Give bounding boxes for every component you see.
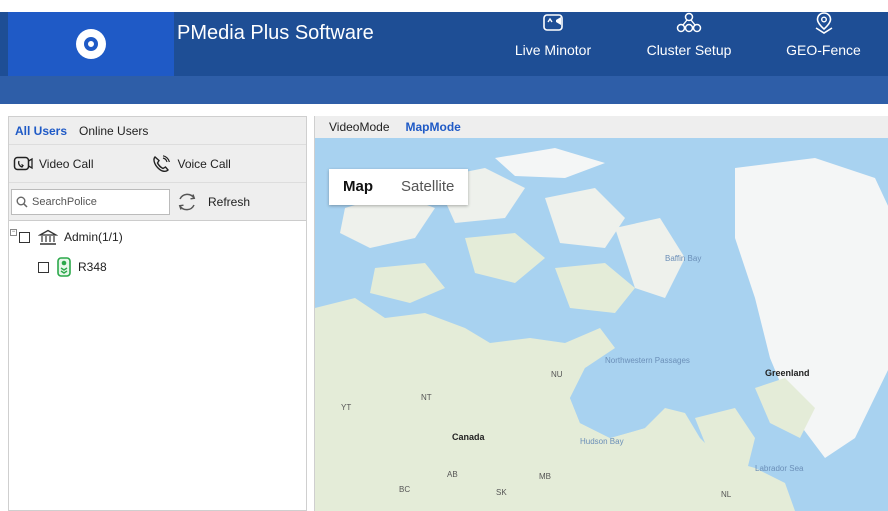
map-label-baffin-bay: Baffin Bay [665,254,702,263]
view-mode-tabs: VideoMode MapMode [315,116,888,138]
call-toolbar: Video Call Voice Call [9,144,306,182]
group-label: Admin(1/1) [64,230,123,244]
refresh-icon [178,193,196,210]
map-label-nl: NL [721,490,732,499]
voice-call-icon [153,154,171,172]
map-type-map-button[interactable]: Map [329,169,387,205]
map-label-nu: NU [551,370,563,379]
tab-all-users[interactable]: All Users [15,124,67,138]
tab-online-users[interactable]: Online Users [79,124,148,138]
map-label-northwestern-passages: Northwestern Passages [605,356,690,365]
logo-icon [76,29,106,59]
sub-header-bar [0,76,888,104]
map-panel: VideoMode MapMode Map Satellite Baffin B… [314,116,888,511]
cluster-icon [676,12,702,33]
map-label-hudson-bay: Hudson Bay [580,437,624,446]
user-panel: All Users Online Users Video Call Voice … [8,116,307,511]
voice-call-button[interactable]: Voice Call [151,154,231,173]
map-label-labrador-sea: Labrador Sea [755,464,804,473]
search-input[interactable] [32,195,162,208]
refresh-label: Refresh [208,194,251,209]
map-label-mb: MB [539,472,551,481]
member-label: R348 [78,260,107,274]
logo[interactable] [8,12,174,76]
user-tabs: All Users Online Users [9,117,306,144]
app-window: PMedia Plus Software Live Minotor Cluste… [0,0,888,511]
voice-call-label: Voice Call [177,156,231,171]
refresh-button[interactable]: Refresh [176,191,250,213]
map-label-canada: Canada [452,432,485,442]
map-label-ab: AB [447,470,458,479]
group-checkbox[interactable] [19,231,30,243]
map-type-satellite-button[interactable]: Satellite [387,169,468,205]
camera-icon [543,14,563,31]
main-nav: Live Minotor Cluster Setup GEO-Fence [487,12,888,76]
building-icon [38,229,58,245]
location-pin-icon [815,12,832,34]
video-call-label: Video Call [39,156,94,171]
map-label-sk: SK [496,488,507,497]
nav-label: GEO-Fence [786,42,861,58]
nav-label: Live Minotor [514,42,592,58]
tab-map-mode[interactable]: MapMode [406,120,461,134]
collapse-toggle[interactable]: − [10,229,17,236]
nav-live-monitor[interactable]: Live Minotor [487,12,619,76]
search-box[interactable] [11,188,170,215]
tree-group-row[interactable]: Admin(1/1) [19,229,123,245]
app-title: PMedia Plus Software [177,22,374,44]
member-checkbox[interactable] [38,261,49,273]
tab-video-mode[interactable]: VideoMode [329,120,390,134]
search-toolbar: Refresh [9,182,306,220]
nav-geo-fence[interactable]: GEO-Fence [759,12,888,76]
map-type-control: Map Satellite [329,169,469,205]
radio-device-icon [57,257,71,277]
nav-cluster-setup[interactable]: Cluster Setup [619,12,759,76]
video-call-icon [13,156,33,170]
search-icon [16,196,28,208]
map-label-greenland: Greenland [765,368,810,378]
tree-member-row[interactable]: R348 [38,257,107,277]
user-tree: − Admin(1/1) R348 [9,220,306,510]
nav-label: Cluster Setup [646,42,732,58]
map-label-yt: YT [341,403,352,412]
map-label-bc: BC [399,485,411,494]
map-label-nt: NT [421,393,432,402]
top-header: PMedia Plus Software Live Minotor Cluste… [0,12,888,76]
map-canvas[interactable]: Map Satellite Baffin Bay Greenland North… [315,138,888,511]
video-call-button[interactable]: Video Call [13,156,93,172]
